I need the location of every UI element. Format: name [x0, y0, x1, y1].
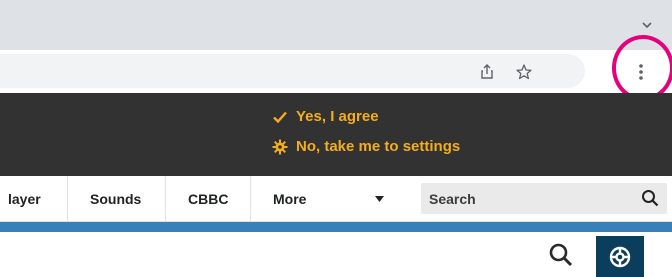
browser-toolbar [0, 50, 672, 93]
agree-label: Yes, I agree [296, 108, 379, 125]
search-input[interactable]: Search [421, 183, 667, 214]
main-nav: layer Sounds CBBC More Search [0, 176, 672, 222]
nav-item-more[interactable]: More [250, 176, 410, 222]
gear-icon [272, 139, 288, 154]
settings-button[interactable]: No, take me to settings [272, 138, 460, 155]
account-icon [609, 246, 631, 267]
star-icon[interactable] [515, 63, 533, 81]
checkmark-icon [273, 111, 287, 123]
three-dot-menu-icon[interactable] [632, 60, 650, 84]
search-icon[interactable] [548, 242, 574, 268]
nav-item-label: Sounds [90, 191, 142, 207]
caret-down-icon [375, 196, 384, 202]
nav-item-sounds[interactable]: Sounds [67, 176, 165, 222]
account-button[interactable] [596, 236, 644, 277]
tab-strip [0, 0, 672, 50]
section-header-strip [0, 222, 672, 232]
nav-item-label: layer [8, 191, 41, 207]
address-bar[interactable] [0, 54, 585, 88]
nav-item-label: More [273, 191, 307, 207]
search-icon[interactable] [641, 189, 659, 207]
nav-item-label: CBBC [188, 191, 229, 207]
cookie-banner: Yes, I agree No, take me to settings [0, 93, 672, 176]
nav-item-iplayer[interactable]: layer [0, 176, 67, 222]
agree-button[interactable]: Yes, I agree [272, 108, 379, 125]
browser-window: Yes, I agree No, take me to settings lay… [0, 0, 672, 277]
share-icon[interactable] [478, 63, 496, 81]
settings-label: No, take me to settings [296, 138, 461, 155]
search-placeholder: Search [429, 190, 476, 207]
nav-item-cbbc[interactable]: CBBC [165, 176, 250, 222]
chevron-down-icon[interactable] [640, 18, 654, 32]
